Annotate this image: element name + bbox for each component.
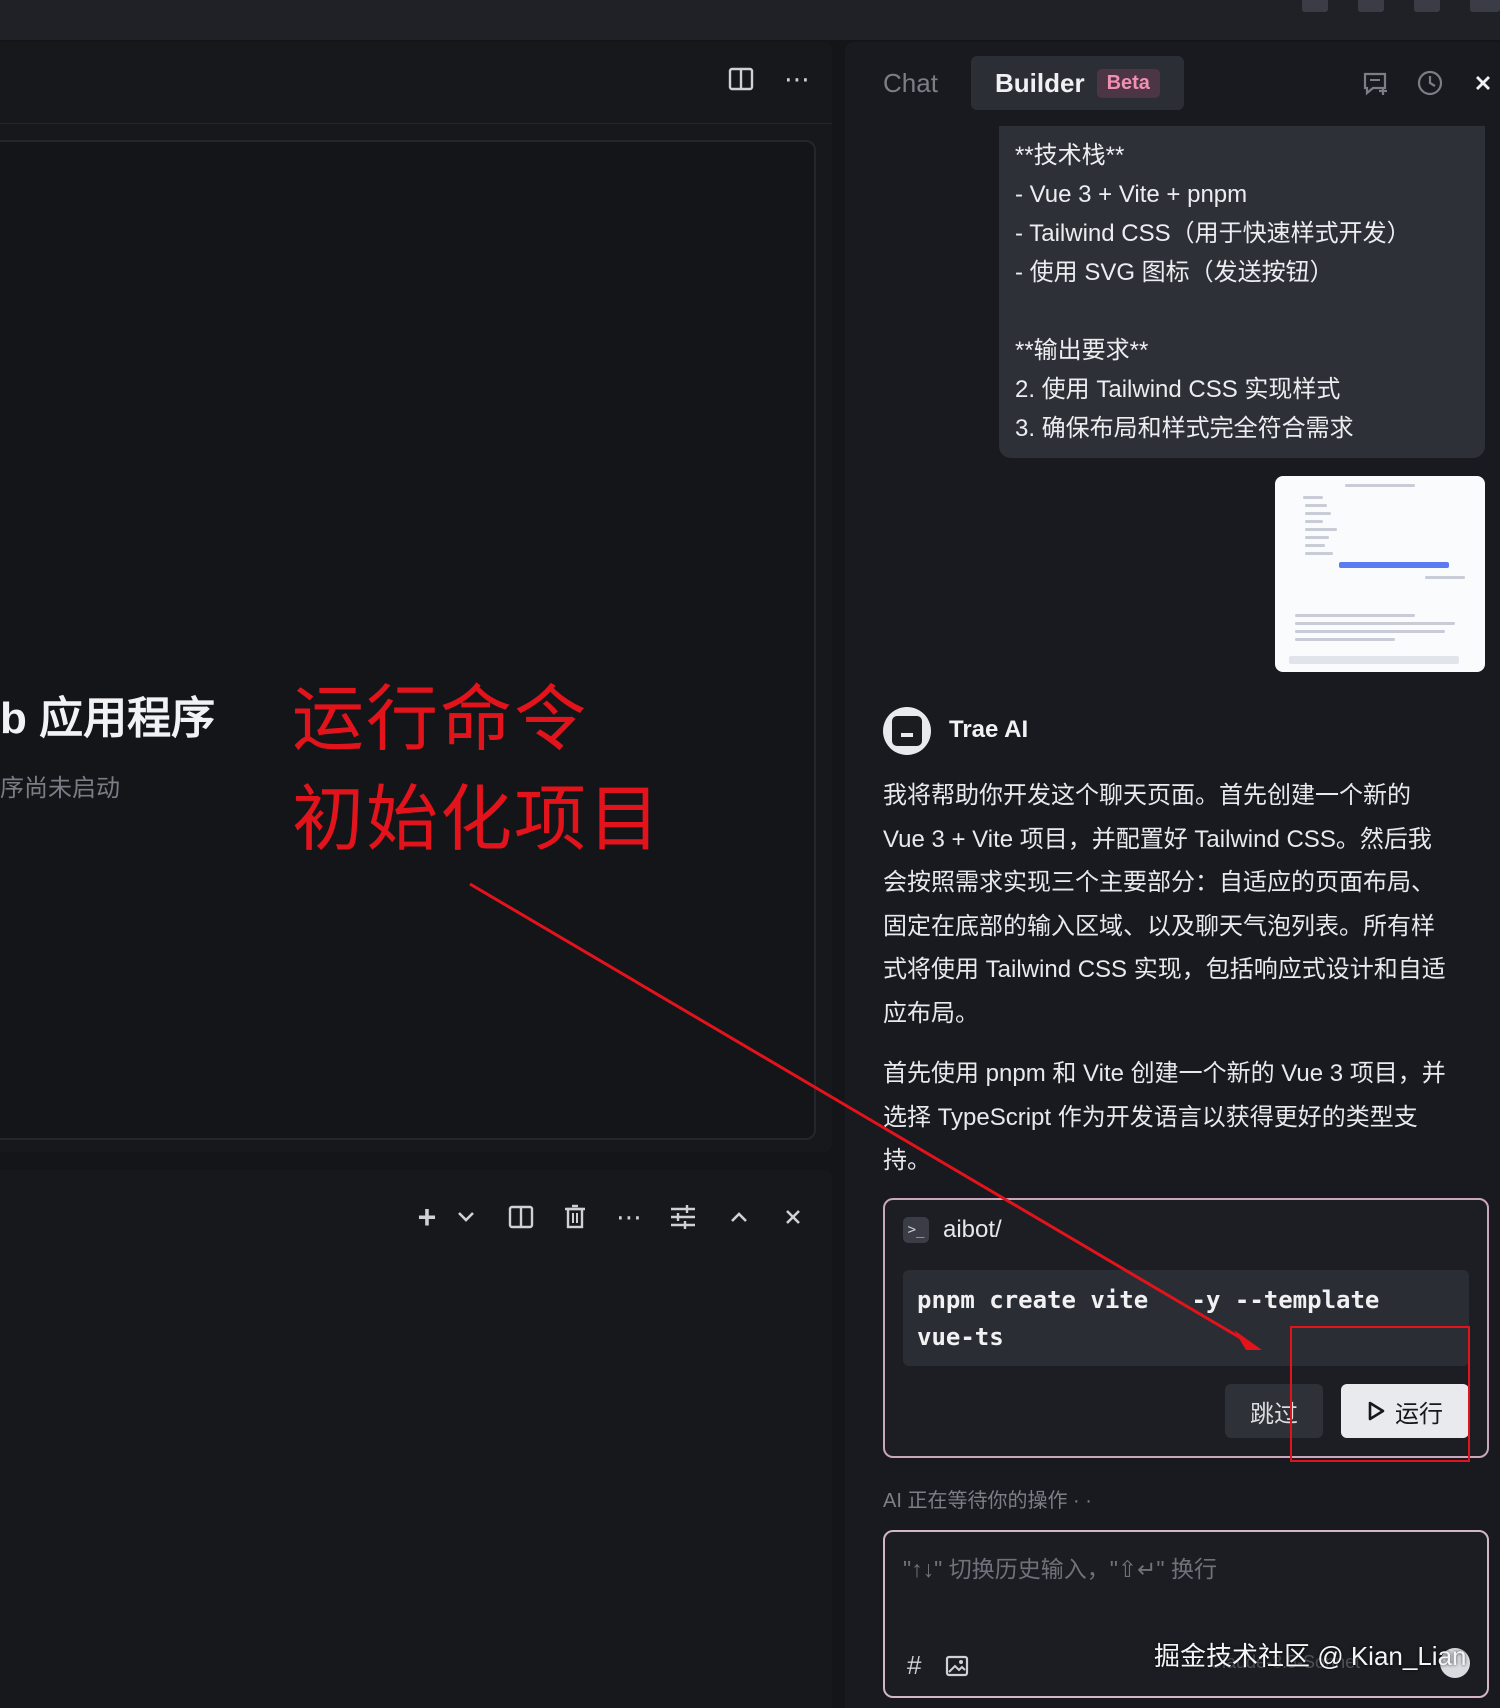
terminal-icon: >_	[903, 1217, 929, 1243]
message-line: **技术栈**	[1015, 142, 1125, 169]
annotation-line-1: 运行命令	[292, 677, 589, 761]
text-line: 我将帮助你开发这个聊天页面。首先创建一个新的	[883, 782, 1411, 809]
ai-response-paragraph: 我将帮助你开发这个聊天页面。首先创建一个新的 Vue 3 + Vite 项目，并…	[883, 774, 1493, 1036]
more-icon[interactable]: ⋯	[780, 64, 814, 94]
text-line: 会按照需求实现三个主要部分：自适应的页面布局、	[883, 869, 1435, 897]
chevron-down-icon[interactable]	[452, 1202, 480, 1232]
tab-builder-label: Builder	[995, 67, 1085, 98]
ai-name: Trae AI	[949, 716, 1029, 743]
hash-context-icon[interactable]: #	[907, 1650, 921, 1681]
beta-badge: Beta	[1096, 68, 1160, 98]
text-line: 选择 TypeScript 作为开发语言以获得更好的类型支	[883, 1103, 1418, 1131]
text-line: Vue 3 + Vite 项目，并配置好 Tailwind CSS。然后我	[883, 825, 1432, 853]
app-status-title: b 应用程序	[0, 694, 216, 743]
tab-chat-label: Chat	[883, 67, 938, 98]
chevron-up-icon[interactable]	[724, 1202, 754, 1232]
text-line: 固定在底部的输入区域、以及聊天气泡列表。所有样	[883, 912, 1435, 940]
add-terminal-icon[interactable]: +	[410, 1199, 444, 1235]
user-message-bubble: **技术栈** - Vue 3 + Vite + pnpm - Tailwind…	[999, 126, 1485, 458]
message-line: 2. 使用 Tailwind CSS 实现样式	[1015, 376, 1341, 403]
text-line: 应布局。	[883, 999, 979, 1027]
command-header: >_ aibot/	[903, 1216, 1002, 1244]
text-line: 式将使用 Tailwind CSS 实现，包括响应式设计和自适	[883, 956, 1446, 984]
chat-tabs: Chat Builder Beta	[845, 56, 1500, 112]
new-chat-icon[interactable]	[1359, 66, 1393, 100]
annotation-highlight-box	[1290, 1326, 1470, 1462]
preview-header: ⋯	[0, 42, 832, 124]
input-placeholder: "↑↓" 切换历史输入，"⇧↵" 换行	[903, 1556, 1217, 1582]
attached-screenshot-thumbnail[interactable]	[1275, 476, 1485, 672]
sidebar-icon[interactable]	[1414, 0, 1440, 12]
panel-icon[interactable]	[1358, 0, 1384, 12]
terminal-panel: + ⋯	[0, 1170, 832, 1708]
text-line: 首先使用 pnpm 和 Vite 创建一个新的 Vue 3 项目，并	[883, 1060, 1446, 1087]
watermark: 掘金技术社区 @ Kian_Lian	[1154, 1641, 1467, 1671]
message-line: 3. 确保布局和样式完全符合需求	[1015, 415, 1354, 442]
code-line: pnpm create vite -y --template	[917, 1286, 1380, 1314]
account-icon[interactable]	[1470, 0, 1500, 12]
message-line	[1015, 292, 1469, 331]
image-upload-icon[interactable]	[945, 1655, 969, 1677]
trash-icon[interactable]	[560, 1202, 590, 1232]
split-view-icon[interactable]	[726, 64, 756, 94]
tab-builder[interactable]: Builder Beta	[971, 56, 1184, 110]
window-title-bar	[0, 0, 1500, 40]
tab-chat[interactable]: Chat	[883, 56, 938, 110]
trae-ai-avatar	[883, 707, 931, 755]
split-terminal-icon[interactable]	[506, 1202, 536, 1232]
text-line: 持。	[883, 1147, 931, 1175]
ai-status-text: AI 正在等待你的操作 · ·	[883, 1490, 1092, 1512]
preview-panel: ⋯ b 应用程序 序尚未启动	[0, 42, 832, 1152]
input-toolbar: #	[907, 1650, 969, 1681]
close-icon[interactable]	[1469, 68, 1497, 98]
message-line: - 使用 SVG 图标（发送按钮）	[1015, 259, 1334, 286]
more-icon[interactable]: ⋯	[612, 1202, 646, 1232]
close-icon[interactable]	[778, 1202, 808, 1232]
preview-frame	[0, 140, 816, 1140]
message-line: - Vue 3 + Vite + pnpm	[1015, 181, 1248, 208]
command-path: aibot/	[943, 1216, 1002, 1243]
ai-response-paragraph: 首先使用 pnpm 和 Vite 创建一个新的 Vue 3 项目，并 选择 Ty…	[883, 1052, 1493, 1183]
message-line: **输出要求**	[1015, 337, 1149, 364]
layout-icon[interactable]	[1302, 0, 1328, 12]
app-status-subtitle: 序尚未启动	[0, 775, 120, 802]
history-icon[interactable]	[1413, 66, 1447, 100]
annotation-line-2: 初始化项目	[292, 777, 663, 861]
settings-sliders-icon[interactable]	[668, 1202, 698, 1232]
message-line: - Tailwind CSS（用于快速样式开发）	[1015, 220, 1411, 247]
